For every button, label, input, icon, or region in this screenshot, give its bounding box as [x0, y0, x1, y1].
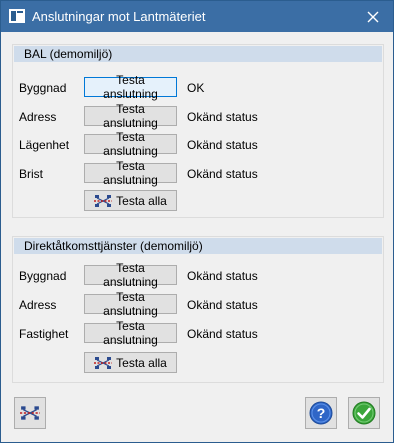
test-connection-button[interactable]: Testa anslutning — [84, 73, 177, 101]
test-connection-button[interactable]: Testa anslutning — [84, 261, 177, 289]
status-text: Okänd status — [187, 298, 258, 312]
row-bal-lagenhet: Lägenhet Testa anslutning Okänd status — [13, 130, 383, 158]
row-dat-adress: Adress Testa anslutning Okänd status — [13, 290, 383, 318]
group-direktatkomst: Direktåtkomsttjänster (demomiljö) Byggna… — [12, 236, 384, 383]
test-connection-button[interactable]: Testa anslutning — [84, 290, 177, 318]
status-text: Okänd status — [187, 269, 258, 283]
test-connection-button[interactable]: Testa anslutning — [84, 102, 177, 130]
row-dat-fastighet: Fastighet Testa anslutning Okänd status — [13, 319, 383, 347]
group-bal-header: BAL (demomiljö) — [14, 46, 382, 62]
test-connection-button[interactable]: Testa anslutning — [84, 130, 177, 158]
row-label: Brist — [19, 167, 43, 181]
test-connection-button[interactable]: Testa anslutning — [84, 159, 177, 187]
group-bal: BAL (demomiljö) Byggnad Testa anslutning… — [12, 44, 384, 218]
test-connection-button[interactable]: Testa anslutning — [84, 319, 177, 347]
ok-check-icon — [352, 401, 376, 425]
network-test-icon — [94, 194, 113, 207]
row-label: Byggnad — [19, 269, 67, 283]
row-label: Adress — [19, 110, 57, 124]
help-icon: ? — [309, 401, 333, 425]
svg-text:?: ? — [317, 405, 326, 421]
network-settings-button[interactable] — [14, 397, 46, 429]
status-text: OK — [187, 81, 205, 95]
test-all-label: Testa alla — [116, 355, 167, 370]
window-title: Anslutningar mot Lantmäteriet — [32, 9, 206, 24]
row-bal-byggnad: Byggnad Testa anslutning OK — [13, 73, 383, 101]
status-text: Okänd status — [187, 167, 258, 181]
close-icon — [367, 11, 379, 22]
row-bal-brist: Brist Testa anslutning Okänd status — [13, 159, 383, 187]
row-label: Lägenhet — [19, 138, 70, 152]
window-app-icon — [9, 9, 25, 23]
status-text: Okänd status — [187, 110, 258, 124]
title-bar[interactable]: Anslutningar mot Lantmäteriet — [1, 1, 393, 32]
status-text: Okänd status — [187, 138, 258, 152]
status-text: Okänd status — [187, 327, 258, 341]
group-direktatkomst-header: Direktåtkomsttjänster (demomiljö) — [14, 238, 382, 254]
row-bal-adress: Adress Testa anslutning Okänd status — [13, 102, 383, 130]
help-button[interactable]: ? — [305, 397, 337, 429]
test-all-button[interactable]: Testa alla — [84, 352, 177, 373]
row-label: Byggnad — [19, 81, 67, 95]
close-button[interactable] — [353, 1, 393, 32]
row-label: Adress — [19, 298, 57, 312]
test-all-label: Testa alla — [116, 193, 167, 208]
row-dat-byggnad: Byggnad Testa anslutning Okänd status — [13, 261, 383, 289]
network-test-icon — [94, 356, 113, 369]
ok-button[interactable] — [348, 397, 380, 429]
test-all-button[interactable]: Testa alla — [84, 190, 177, 211]
dialog-window: Anslutningar mot Lantmäteriet BAL (demom… — [0, 0, 394, 443]
network-test-icon — [20, 406, 40, 420]
row-label: Fastighet — [19, 327, 69, 341]
